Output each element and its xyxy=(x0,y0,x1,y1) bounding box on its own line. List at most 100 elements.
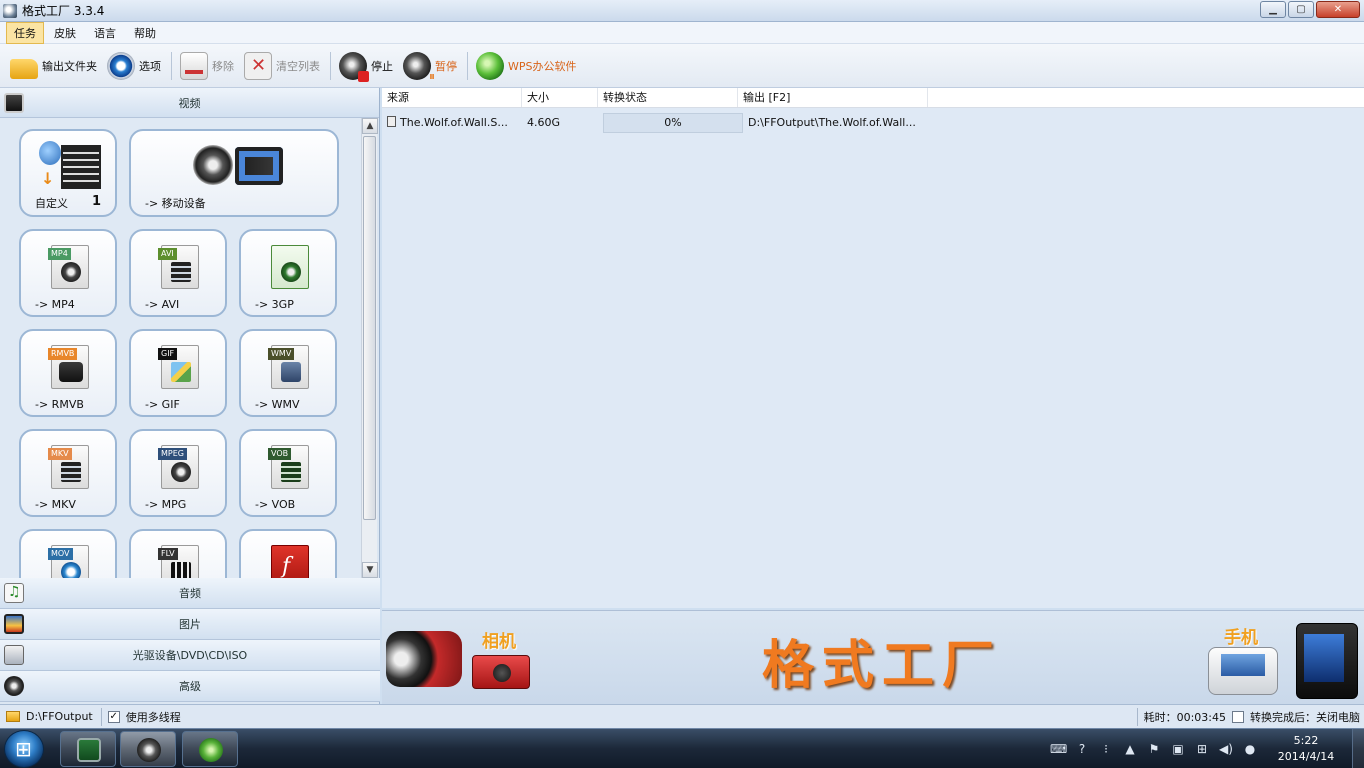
action-center-icon[interactable]: ⚑ xyxy=(1146,741,1162,757)
remove-label: 移除 xyxy=(212,59,234,73)
rmvb-tag: RMVB xyxy=(48,348,78,360)
tile-rmvb[interactable]: RMVB -> RMVB xyxy=(19,329,117,417)
start-button[interactable] xyxy=(4,730,44,768)
multithread-checkbox[interactable]: ✓ xyxy=(107,710,120,723)
tile-wmv[interactable]: WMV -> WMV xyxy=(239,329,337,417)
remove-button[interactable]: 移除 xyxy=(180,48,234,84)
scroll-up-arrow[interactable]: ▲ xyxy=(362,118,378,134)
category-video[interactable]: 视频 xyxy=(0,88,379,118)
user-icon xyxy=(39,141,61,165)
taskbar-app-monitor[interactable] xyxy=(60,731,116,767)
device-icon[interactable]: ▣ xyxy=(1170,741,1186,757)
volume-icon[interactable]: ◀) xyxy=(1218,741,1234,757)
folder-icon xyxy=(6,711,20,722)
mkv-tag: MKV xyxy=(48,448,72,460)
film-icon xyxy=(61,145,101,189)
category-audio[interactable]: 音频 xyxy=(0,578,380,609)
network-icon[interactable]: ⊞ xyxy=(1194,741,1210,757)
tile-scrollbar[interactable]: ▲ ▼ xyxy=(361,118,378,578)
stop-button[interactable]: 停止 xyxy=(339,48,393,84)
row-output: D:\FFOutput\The.Wolf.of.Wall... xyxy=(748,116,916,129)
mp4-file-icon: MP4 xyxy=(48,245,89,289)
options-button[interactable]: 选项 xyxy=(107,48,161,84)
phones-icon xyxy=(235,147,283,185)
wmv-tag: WMV xyxy=(268,348,295,360)
category-disc-label: 光驱设备\DVD\CD\ISO xyxy=(132,649,248,662)
clock-date: 2014/4/14 xyxy=(1277,750,1335,763)
tile-swf[interactable]: f xyxy=(239,529,337,578)
category-picture[interactable]: 图片 xyxy=(0,609,380,640)
menu-tasks[interactable]: 任务 xyxy=(6,21,44,44)
tile-gif[interactable]: GIF -> GIF xyxy=(129,329,227,417)
tile-flv[interactable]: FLV xyxy=(129,529,227,578)
row-status: 0% xyxy=(603,113,743,133)
menu-help[interactable]: 帮助 xyxy=(126,22,164,44)
tile-3gp[interactable]: -> 3GP xyxy=(239,229,337,317)
stop-icon xyxy=(339,51,369,82)
table-row[interactable]: The.Wolf.of.Wall.S... 4.60G 0% D:\FFOutp… xyxy=(382,111,1364,135)
ad-banner: 相机 格式工厂 手机 xyxy=(382,610,1364,704)
category-audio-label: 音频 xyxy=(179,587,201,600)
multithread-label: 使用多线程 xyxy=(125,710,181,724)
after-done-checkbox[interactable] xyxy=(1232,711,1244,723)
elapsed-time: 耗时：00:03:45 xyxy=(1143,711,1226,724)
mpg-file-icon: MPEG xyxy=(158,445,199,489)
rmvb-file-icon: RMVB xyxy=(48,345,89,389)
flash-file-icon: f xyxy=(271,545,309,578)
output-path[interactable]: D:\FFOutput xyxy=(26,710,93,723)
gif-tag: GIF xyxy=(158,348,178,360)
col-size[interactable]: 大小 xyxy=(522,88,598,107)
keyboard-icon[interactable]: ⌨ xyxy=(1050,741,1067,757)
picture-icon xyxy=(4,614,24,634)
category-disc[interactable]: 光驱设备\DVD\CD\ISO xyxy=(0,640,380,671)
scroll-thumb[interactable] xyxy=(363,136,376,520)
wps-button[interactable]: WPS办公软件 xyxy=(476,48,577,84)
clock[interactable]: 5:22 2014/4/14 xyxy=(1266,733,1346,765)
category-list: 音频 图片 光驱设备\DVD\CD\ISO 高级 xyxy=(0,578,380,702)
tile-avi[interactable]: AVI -> AVI xyxy=(129,229,227,317)
monitor-icon xyxy=(77,738,101,762)
tile-mpg[interactable]: MPEG -> MPG xyxy=(129,429,227,517)
clock-time: 5:22 xyxy=(1293,734,1319,747)
tile-custom[interactable]: ↓ 自定义 1 xyxy=(19,129,117,217)
wmv-file-icon: WMV xyxy=(268,345,309,389)
menu-skin[interactable]: 皮肤 xyxy=(46,22,84,44)
tile-mp4[interactable]: MP4 -> MP4 xyxy=(19,229,117,317)
phone-icon xyxy=(1208,647,1278,695)
category-advanced[interactable]: 高级 xyxy=(0,671,380,702)
tile-vob[interactable]: VOB -> VOB xyxy=(239,429,337,517)
tile-mobile[interactable]: -> 移动设备 xyxy=(129,129,339,217)
output-folder-button[interactable]: 输出文件夹 xyxy=(10,48,97,84)
col-status[interactable]: 转换状态 xyxy=(598,88,738,107)
pause-button[interactable]: 暂停 xyxy=(403,48,457,84)
options-label: 选项 xyxy=(139,59,161,73)
taskbar-app-format-factory[interactable] xyxy=(120,731,176,767)
mpg-tag: MPEG xyxy=(158,448,187,460)
menu-language[interactable]: 语言 xyxy=(86,22,124,44)
row-size: 4.60G xyxy=(527,116,561,129)
input-method-icon[interactable]: ⁝ xyxy=(1098,741,1114,757)
col-output[interactable]: 输出 [F2] xyxy=(738,88,928,107)
tile-mkv[interactable]: MKV -> MKV xyxy=(19,429,117,517)
minimize-button[interactable]: ▁ xyxy=(1260,1,1286,18)
tile-mpg-label: -> MPG xyxy=(145,498,187,511)
maximize-button[interactable]: ▢ xyxy=(1288,1,1314,18)
close-button[interactable]: ✕ xyxy=(1316,1,1360,18)
col-source[interactable]: 来源 xyxy=(382,88,522,107)
tile-3gp-label: -> 3GP xyxy=(255,298,294,311)
tile-mkv-label: -> MKV xyxy=(35,498,76,511)
after-done-label: 转换完成后：关闭电脑 xyxy=(1250,711,1360,724)
scroll-down-arrow[interactable]: ▼ xyxy=(362,562,378,578)
taskbar-app-browser[interactable] xyxy=(182,731,238,767)
clear-list-button[interactable]: 清空列表 xyxy=(244,48,320,84)
title-bar: 格式工厂 3.3.4 ▁ ▢ ✕ xyxy=(0,0,1364,22)
show-desktop-button[interactable] xyxy=(1352,729,1364,768)
tile-mov[interactable]: MOV xyxy=(19,529,117,578)
task-list-header: 来源 大小 转换状态 输出 [F2] xyxy=(382,88,1364,108)
row-source: The.Wolf.of.Wall.S... xyxy=(382,114,522,132)
chevron-up-icon[interactable]: ▲ xyxy=(1122,741,1138,757)
help-icon[interactable]: ? xyxy=(1074,741,1090,757)
browser-icon xyxy=(199,738,223,762)
mov-file-icon: MOV xyxy=(48,545,89,578)
qq-icon[interactable]: ● xyxy=(1242,741,1258,757)
